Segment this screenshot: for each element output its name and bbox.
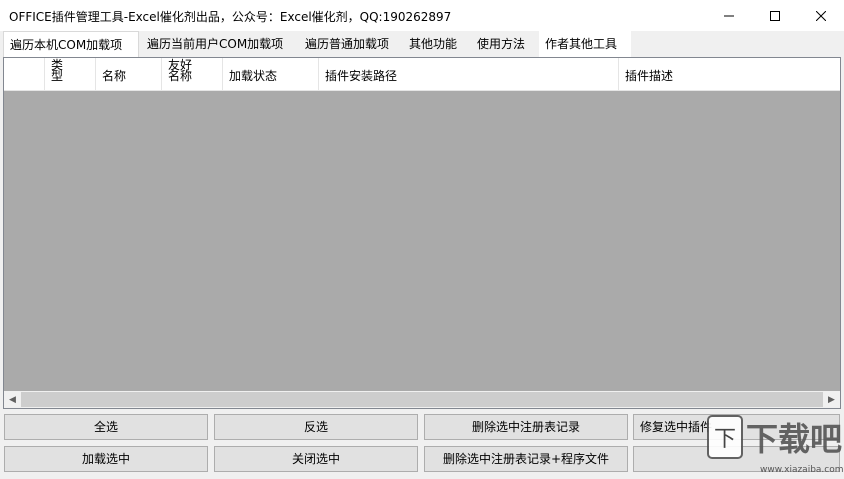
window-title: OFFICE插件管理工具-Excel催化剂出品，公众号：Excel催化剂，QQ:… [9, 10, 452, 24]
column-header-load-status[interactable]: 加载状态 [223, 58, 319, 90]
tab-local-com[interactable]: 遍历本机COM加载项 [3, 31, 139, 57]
tab-usage[interactable]: 使用方法 [471, 31, 535, 57]
delete-registry-files-button[interactable]: 删除选中注册表记录+程序文件 [424, 446, 628, 472]
watermark-text: 下载吧 [746, 420, 842, 458]
delete-registry-button[interactable]: 删除选中注册表记录 [424, 414, 628, 440]
tab-other-functions[interactable]: 其他功能 [403, 31, 467, 57]
load-selected-button[interactable]: 加载选中 [4, 446, 208, 472]
table-header: 类型 名称 友好名称 加载状态 插件安装路径 插件描述 [4, 58, 840, 91]
tab-normal-addins[interactable]: 遍历普通加载项 [299, 31, 399, 57]
watermark-url: www.xiazaiba.com [760, 465, 844, 475]
horizontal-scrollbar[interactable]: ◀ ▶ [4, 391, 840, 408]
invert-selection-button[interactable]: 反选 [214, 414, 418, 440]
scroll-right-icon[interactable]: ▶ [823, 391, 840, 408]
minimize-icon [724, 15, 734, 16]
tab-author-tools[interactable]: 作者其他工具 [539, 31, 631, 57]
column-header-blank[interactable] [4, 58, 45, 90]
tab-user-com[interactable]: 遍历当前用户COM加载项 [141, 31, 296, 57]
svg-text:下: 下 [714, 427, 736, 452]
column-header-description[interactable]: 插件描述 [619, 58, 840, 90]
maximize-button[interactable] [752, 0, 798, 31]
watermark-logo: 下 下载吧 www.xiazaiba.com [700, 410, 844, 476]
column-header-install-path[interactable]: 插件安装路径 [319, 58, 619, 90]
close-icon [816, 10, 826, 21]
scrollbar-thumb[interactable] [21, 392, 823, 407]
column-header-friendly-name[interactable]: 友好名称 [162, 58, 223, 90]
close-button[interactable] [798, 0, 844, 31]
close-selected-button[interactable]: 关闭选中 [214, 446, 418, 472]
select-all-button[interactable]: 全选 [4, 414, 208, 440]
maximize-icon [770, 10, 780, 21]
column-header-type[interactable]: 类型 [45, 58, 96, 90]
title-bar: OFFICE插件管理工具-Excel催化剂出品，公众号：Excel催化剂，QQ:… [0, 0, 844, 31]
addin-table[interactable]: 类型 名称 友好名称 加载状态 插件安装路径 插件描述 ◀ ▶ [3, 57, 841, 409]
minimize-button[interactable] [706, 0, 752, 31]
tab-strip: 遍历本机COM加载项 遍历当前用户COM加载项 遍历普通加载项 其他功能 使用方… [0, 31, 844, 57]
column-header-name[interactable]: 名称 [96, 58, 162, 90]
scroll-left-icon[interactable]: ◀ [4, 391, 21, 408]
